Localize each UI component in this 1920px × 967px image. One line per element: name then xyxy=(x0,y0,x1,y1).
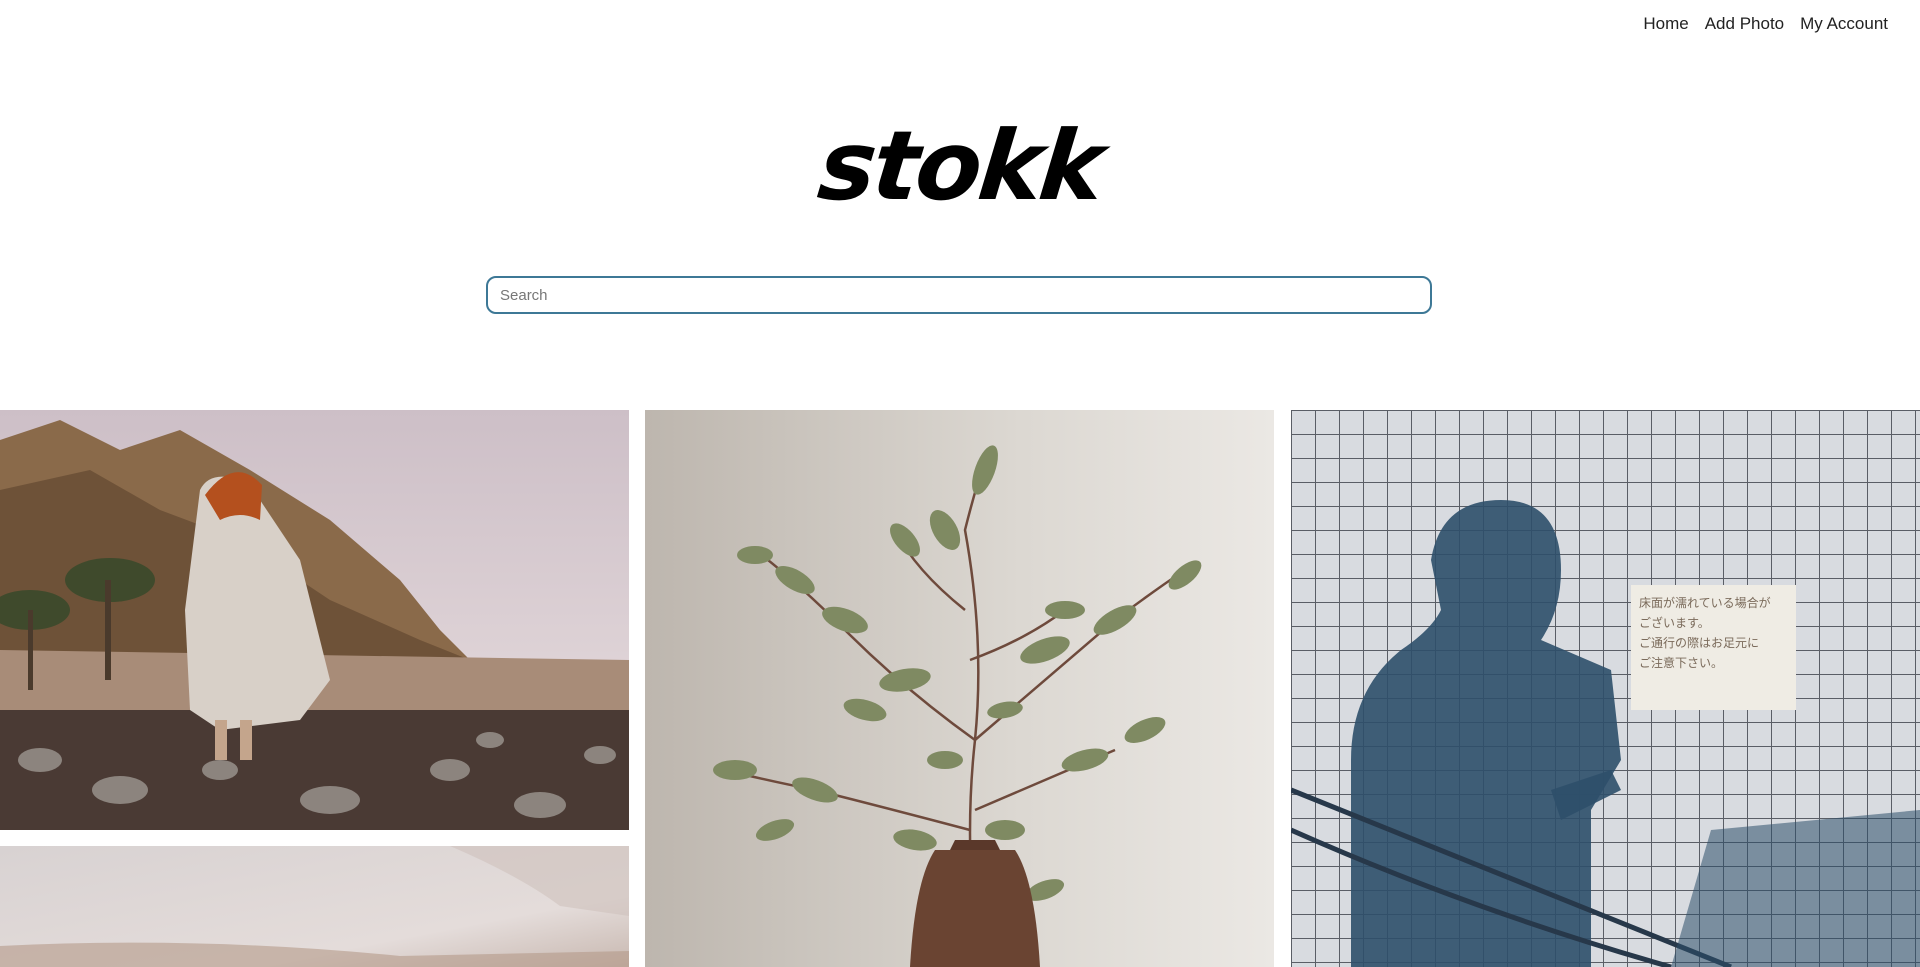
shadow-photo xyxy=(1291,410,1920,967)
nav-add-photo-link[interactable]: Add Photo xyxy=(1705,14,1784,34)
search-input[interactable] xyxy=(486,276,1432,314)
page: Home Add Photo My Account stokk Search 床… xyxy=(0,0,1920,967)
photo-card-shadow[interactable]: 床面が濡れている場合が ございます。 ご通行の際はお足元に ご注意下さい。 xyxy=(1291,410,1920,967)
site-logo[interactable]: stokk xyxy=(0,110,1920,222)
photo-card-mist[interactable] xyxy=(0,846,629,967)
sign-line-4: ご注意下さい。 xyxy=(1639,656,1724,670)
search-bar xyxy=(486,276,1432,314)
photo-card-plant[interactable] xyxy=(645,410,1274,967)
photo-card-beach[interactable] xyxy=(0,410,629,830)
sign-line-2: ございます。 xyxy=(1639,616,1710,630)
sign-line-3: ご通行の際はお足元に xyxy=(1639,636,1760,650)
beach-photo xyxy=(0,410,629,830)
sign-line-1: 床面が濡れている場合が xyxy=(1639,596,1771,610)
nav-my-account-link[interactable]: My Account xyxy=(1800,14,1888,34)
plant-photo xyxy=(645,410,1274,967)
mist-photo xyxy=(0,846,629,967)
top-nav: Home Add Photo My Account xyxy=(1643,14,1888,34)
nav-home-link[interactable]: Home xyxy=(1643,14,1688,34)
wall-sign: 床面が濡れている場合が ございます。 ご通行の際はお足元に ご注意下さい。 xyxy=(1631,585,1796,710)
